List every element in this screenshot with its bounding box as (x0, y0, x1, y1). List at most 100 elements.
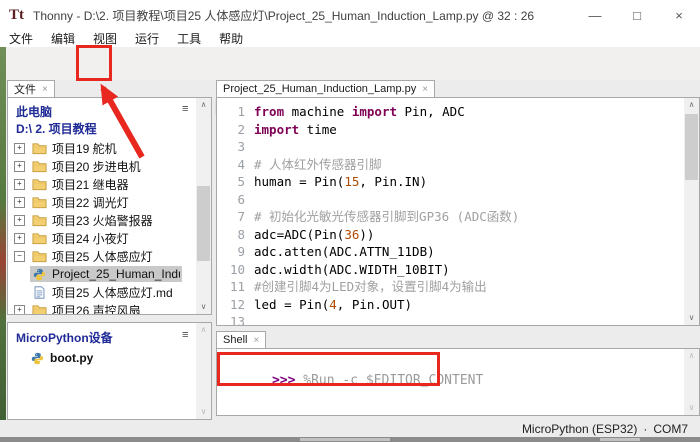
editor-panel[interactable]: 1from machine import Pin, ADC2import tim… (216, 97, 700, 326)
tab-close-icon[interactable]: × (422, 84, 428, 95)
interpreter-status[interactable]: MicroPython (ESP32) (522, 422, 637, 436)
code-line[interactable]: 9adc.atten(ADC.ATTN_11DB) (219, 243, 519, 261)
status-bar: MicroPython (ESP32) · COM7 (0, 420, 700, 437)
tree-item-label: Project_25_Human_Inductio (52, 267, 180, 281)
maximize-button[interactable]: □ (616, 0, 658, 30)
expand-icon[interactable]: + (14, 197, 25, 208)
code-line[interactable]: 3 (219, 138, 519, 156)
tree-item-label: 项目26 声控风扇 (52, 302, 141, 316)
device-panel-title[interactable]: MicroPython设备 (16, 329, 113, 346)
scroll-up-icon[interactable]: ∧ (684, 98, 699, 112)
code-token: import (254, 121, 299, 139)
folder-icon (32, 160, 47, 173)
line-number: 5 (219, 173, 245, 191)
tree-item-label: 项目22 调光灯 (52, 194, 129, 211)
files-menu-icon[interactable]: ≡ (182, 103, 188, 115)
line-number: 2 (219, 121, 245, 139)
scroll-down-icon[interactable]: ∨ (684, 401, 699, 415)
tab-editor-label: Project_25_Human_Induction_Lamp.py (223, 83, 416, 95)
tree-item[interactable]: + 项目22 调光灯 (14, 193, 131, 211)
scrollbar-thumb[interactable] (685, 114, 698, 180)
code-line[interactable]: 10adc.width(ADC.WIDTH_10BIT) (219, 261, 519, 279)
device-menu-icon[interactable]: ≡ (182, 329, 188, 341)
tab-shell[interactable]: Shell × (216, 331, 266, 348)
tree-item[interactable]: +项目21 继电器 (14, 175, 131, 193)
device-panel: MicroPython设备 ≡ boot.py ∧ ∨ (7, 322, 212, 420)
desktop-wallpaper-sliver (0, 47, 6, 437)
scroll-down-icon[interactable]: ∨ (196, 300, 211, 314)
menu-item-5[interactable]: 帮助 (210, 30, 252, 47)
line-number: 1 (219, 103, 245, 121)
code-line[interactable]: 1from machine import Pin, ADC (219, 103, 519, 121)
tree-item[interactable]: 项目25 人体感应灯.md (30, 283, 175, 301)
code-token: import (352, 103, 397, 121)
this-pc-link[interactable]: 此电脑 (16, 103, 52, 120)
port-status[interactable]: COM7 (653, 422, 688, 436)
device-scrollbar[interactable]: ∧ ∨ (196, 323, 211, 419)
scroll-up-icon[interactable]: ∧ (196, 323, 211, 337)
code-line[interactable]: 11#创建引脚4为LED对象，设置引脚4为输出 (219, 278, 519, 296)
expand-icon[interactable]: + (14, 161, 25, 172)
code-token: , Pin.IN) (359, 173, 427, 191)
line-number: 8 (219, 226, 245, 244)
tab-close-icon[interactable]: × (253, 335, 259, 346)
code-token: adc.width(ADC.WIDTH_10BIT) (254, 261, 450, 279)
title-bar: Tt Thonny - D:\2. 项目教程\项目25 人体感应灯\Projec… (0, 0, 700, 30)
tree-item[interactable]: +项目24 小夜灯 (14, 229, 131, 247)
code-editor[interactable]: 1from machine import Pin, ADC2import tim… (219, 103, 519, 326)
window-title: Thonny - D:\2. 项目教程\项目25 人体感应灯\Project_2… (33, 7, 574, 24)
tree-item[interactable]: + 项目19 舵机 (14, 139, 119, 157)
code-token: led = Pin( (254, 296, 329, 314)
scroll-up-icon[interactable]: ∧ (196, 98, 211, 112)
scrollbar-thumb[interactable] (197, 186, 210, 261)
code-token: # 人体红外传感器引脚 (254, 156, 382, 174)
window-controls: — □ × (574, 0, 700, 30)
collapse-icon[interactable]: − (14, 251, 25, 262)
code-line[interactable]: 7# 初始化光敏光传感器引脚到GP36 (ADC函数) (219, 208, 519, 226)
shell-scrollbar[interactable]: ∧ ∨ (684, 349, 699, 415)
editor-scrollbar[interactable]: ∧ ∨ (684, 98, 699, 325)
device-file-item[interactable]: boot.py (30, 349, 93, 367)
tab-close-icon[interactable]: × (42, 84, 48, 95)
menu-item-4[interactable]: 工具 (168, 30, 210, 47)
code-line[interactable]: 5human = Pin(15, Pin.IN) (219, 173, 519, 191)
code-line[interactable]: 6 (219, 191, 519, 209)
scroll-down-icon[interactable]: ∨ (684, 311, 699, 325)
tree-item-label: 项目19 舵机 (52, 140, 117, 157)
code-line[interactable]: 4# 人体红外传感器引脚 (219, 156, 519, 174)
code-line[interactable]: 8adc=ADC(Pin(36)) (219, 226, 519, 244)
expand-icon[interactable]: + (14, 143, 25, 154)
expand-icon[interactable]: + (14, 305, 25, 316)
menu-item-3[interactable]: 运行 (126, 30, 168, 47)
line-number: 3 (219, 138, 245, 156)
current-path-link[interactable]: D:\ 2. 项目教程 (16, 120, 97, 137)
files-scrollbar[interactable]: ∧ ∨ (196, 98, 211, 314)
tree-item[interactable]: + 项目26 声控风扇 (14, 301, 143, 315)
tree-item-label: 项目20 步进电机 (52, 158, 141, 175)
menu-item-0[interactable]: 文件 (0, 30, 42, 47)
expand-icon[interactable]: + (14, 215, 25, 226)
folder-icon (32, 196, 47, 209)
tree-item[interactable]: Project_25_Human_Inductio (30, 265, 182, 283)
folder-icon (32, 142, 47, 155)
close-button[interactable]: × (658, 0, 700, 30)
folder-icon (32, 178, 47, 191)
tree-item[interactable]: −项目25 人体感应灯 (14, 247, 155, 265)
tab-editor[interactable]: Project_25_Human_Induction_Lamp.py × (216, 80, 435, 97)
tab-files[interactable]: 文件 × (7, 80, 55, 97)
code-token: 36 (344, 226, 359, 244)
taskbar-sliver (0, 437, 700, 442)
scroll-down-icon[interactable]: ∨ (196, 405, 211, 419)
code-line[interactable]: 2import time (219, 121, 519, 139)
scroll-up-icon[interactable]: ∧ (684, 349, 699, 363)
line-number: 7 (219, 208, 245, 226)
code-token: machine (284, 103, 352, 121)
tree-item[interactable]: + 项目20 步进电机 (14, 157, 143, 175)
expand-icon[interactable]: + (14, 179, 25, 190)
tree-item-label: 项目25 人体感应灯.md (52, 284, 173, 301)
expand-icon[interactable]: + (14, 233, 25, 244)
code-line[interactable]: 12led = Pin(4, Pin.OUT) (219, 296, 519, 314)
code-line[interactable]: 13 (219, 313, 519, 326)
tree-item[interactable]: +项目23 火焰警报器 (14, 211, 155, 229)
minimize-button[interactable]: — (574, 0, 616, 30)
